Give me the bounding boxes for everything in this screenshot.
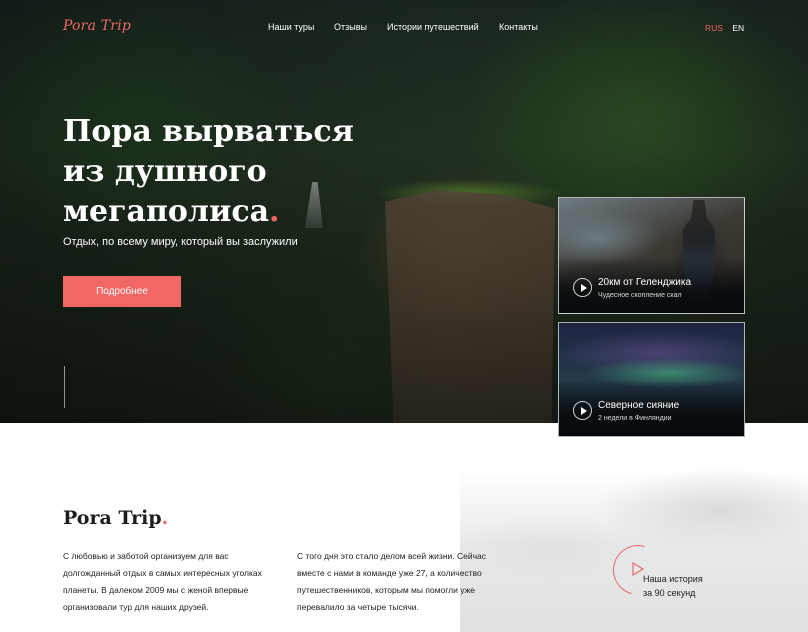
nav-item-stories[interactable]: Истории путешествий (387, 22, 479, 32)
card-subtitle: Чудесное скопление скал (598, 292, 682, 299)
nav-item-reviews[interactable]: Отзывы (334, 22, 367, 32)
logo[interactable]: Pora Trip (63, 18, 131, 34)
hero-title-line-3: мегаполиса. (63, 192, 383, 232)
about-text-col-1: С любовью и заботой организуем для вас д… (63, 551, 262, 612)
card-subtitle: 2 недели в Финляндии (598, 415, 672, 422)
hero-title-line-2: из душного (63, 154, 267, 189)
tour-card-gelendzhik[interactable]: 20км от Геленджика Чудесное скопление ск… (558, 197, 745, 314)
play-icon[interactable] (573, 401, 592, 420)
hero-title-line-1: Пора вырваться (63, 114, 354, 149)
card-title: Северное сияние (598, 400, 680, 411)
hero-subtitle: Отдых, по всему миру, который вы заслужи… (63, 236, 298, 248)
hero-title: Пора вырваться из душного мегаполиса. (63, 112, 383, 232)
about-title-text: Pora Trip (63, 507, 162, 529)
story-label[interactable]: Наша история за 90 секунд (643, 572, 703, 600)
scroll-indicator-line (64, 366, 65, 408)
story-label-line-2: за 90 секунд (643, 588, 696, 598)
about-title: Pora Trip. (63, 507, 168, 529)
lang-ru[interactable]: RUS (705, 23, 723, 33)
tour-card-aurora[interactable]: Северное сияние 2 недели в Финляндии (558, 322, 745, 437)
more-button[interactable]: Подробнее (63, 276, 181, 307)
about-title-dot: . (161, 507, 169, 529)
hero-title-dot: . (269, 194, 280, 229)
story-label-line-1: Наша история (643, 574, 703, 584)
card-title: 20км от Геленджика (598, 277, 692, 288)
about-text-col-2: С того дня это стало делом всей жизни. С… (297, 551, 487, 612)
hero-title-line-3-text: мегаполиса (63, 194, 270, 229)
lang-en[interactable]: EN (732, 23, 744, 33)
language-switcher: RUS EN (705, 23, 744, 33)
nav-item-contacts[interactable]: Контакты (499, 22, 538, 32)
nav-item-tours[interactable]: Наши туры (268, 22, 314, 32)
play-icon[interactable] (573, 278, 592, 297)
